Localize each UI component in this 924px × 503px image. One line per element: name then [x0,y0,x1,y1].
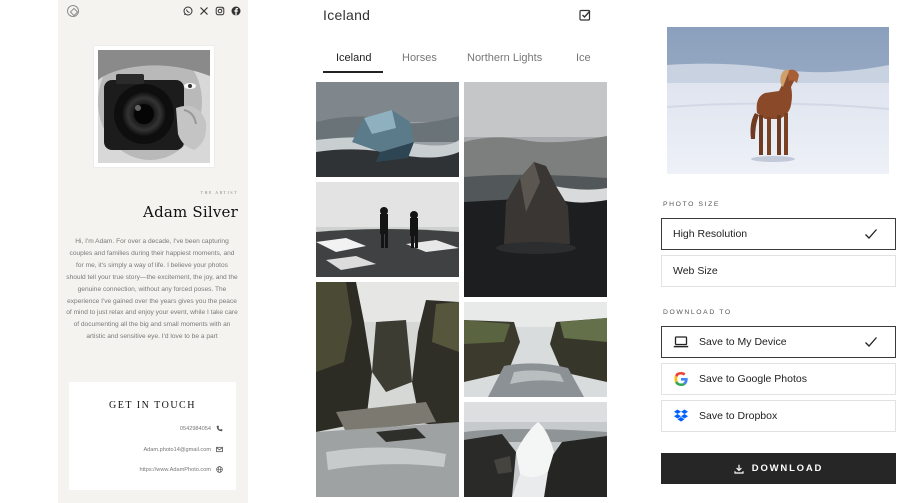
gallery-photo-canyon-river[interactable] [316,282,459,497]
contact-email[interactable]: Adam.photo14@gmail.com [143,447,211,453]
contact-card: GET IN TOUCH 0542984054 Adam.photo14@gma… [69,382,236,490]
destination-label: Save to Dropbox [699,410,778,422]
gallery-tabs: Iceland Horses Northern Lights Ice [316,43,608,73]
gallery-title: Iceland [323,7,371,23]
contact-website-row[interactable]: https://www.AdamPhoto.com [139,466,223,473]
gallery-photo-crashing-waves[interactable] [464,402,607,497]
download-button[interactable]: DOWNLOAD [661,453,896,484]
artist-bio: Hi, I'm Adam. For over a decade, I've be… [66,238,238,341]
globe-icon [216,466,223,473]
x-icon[interactable] [199,6,209,16]
horse-in-snow-photo [667,27,889,174]
photo-size-label: PHOTO SIZE [663,201,721,208]
portrait-photo [98,50,210,163]
select-checkbox-icon[interactable] [579,9,591,21]
check-icon [865,229,877,239]
google-icon [674,372,688,386]
gallery-photo-foggy-walkers[interactable] [316,182,459,277]
photo-preview [667,27,889,174]
contact-email-row[interactable]: Adam.photo14@gmail.com [143,446,223,453]
gallery-photo-sea-stack[interactable] [464,82,607,297]
tab-horses[interactable]: Horses [402,43,437,73]
facebook-icon[interactable] [231,6,241,16]
download-icon [734,464,744,474]
destination-label: Save to My Device [699,336,787,348]
destination-my-device[interactable]: Save to My Device [661,326,896,358]
mail-icon [216,446,223,453]
size-option-label: High Resolution [673,228,748,240]
destination-label: Save to Google Photos [699,373,807,385]
social-links [183,6,241,16]
contact-website[interactable]: https://www.AdamPhoto.com [139,467,211,473]
artist-eyebrow: THE ARTIST [200,190,238,195]
contact-phone[interactable]: 0542984054 [180,426,211,432]
size-option-web-size[interactable]: Web Size [661,255,896,287]
gallery-photo-mossy-canyon[interactable] [464,302,607,397]
destination-google-photos[interactable]: Save to Google Photos [661,363,896,395]
contact-phone-row[interactable]: 0542984054 [180,425,223,432]
download-label: DOWNLOAD [751,463,824,474]
tab-ice[interactable]: Ice [576,43,591,73]
instagram-icon[interactable] [215,6,225,16]
tab-northern-lights[interactable]: Northern Lights [467,43,542,73]
download-to-label: DOWNLOAD TO [663,309,732,316]
artist-name: Adam Silver [143,203,238,221]
dropbox-icon [674,409,688,422]
size-option-label: Web Size [673,265,718,277]
contact-title: GET IN TOUCH [109,400,196,411]
artist-portrait [94,46,214,167]
laptop-icon [673,336,689,348]
logo-icon[interactable] [67,5,79,17]
check-icon [865,337,877,347]
gallery-photo-ice-beach[interactable] [316,82,459,177]
size-option-high-resolution[interactable]: High Resolution [661,218,896,250]
active-tab-indicator [323,71,383,73]
profile-panel: THE ARTIST Adam Silver Hi, I'm Adam. For… [58,0,248,503]
whatsapp-icon[interactable] [183,6,193,16]
destination-dropbox[interactable]: Save to Dropbox [661,400,896,432]
tab-iceland[interactable]: Iceland [336,43,371,73]
phone-icon [216,425,223,432]
